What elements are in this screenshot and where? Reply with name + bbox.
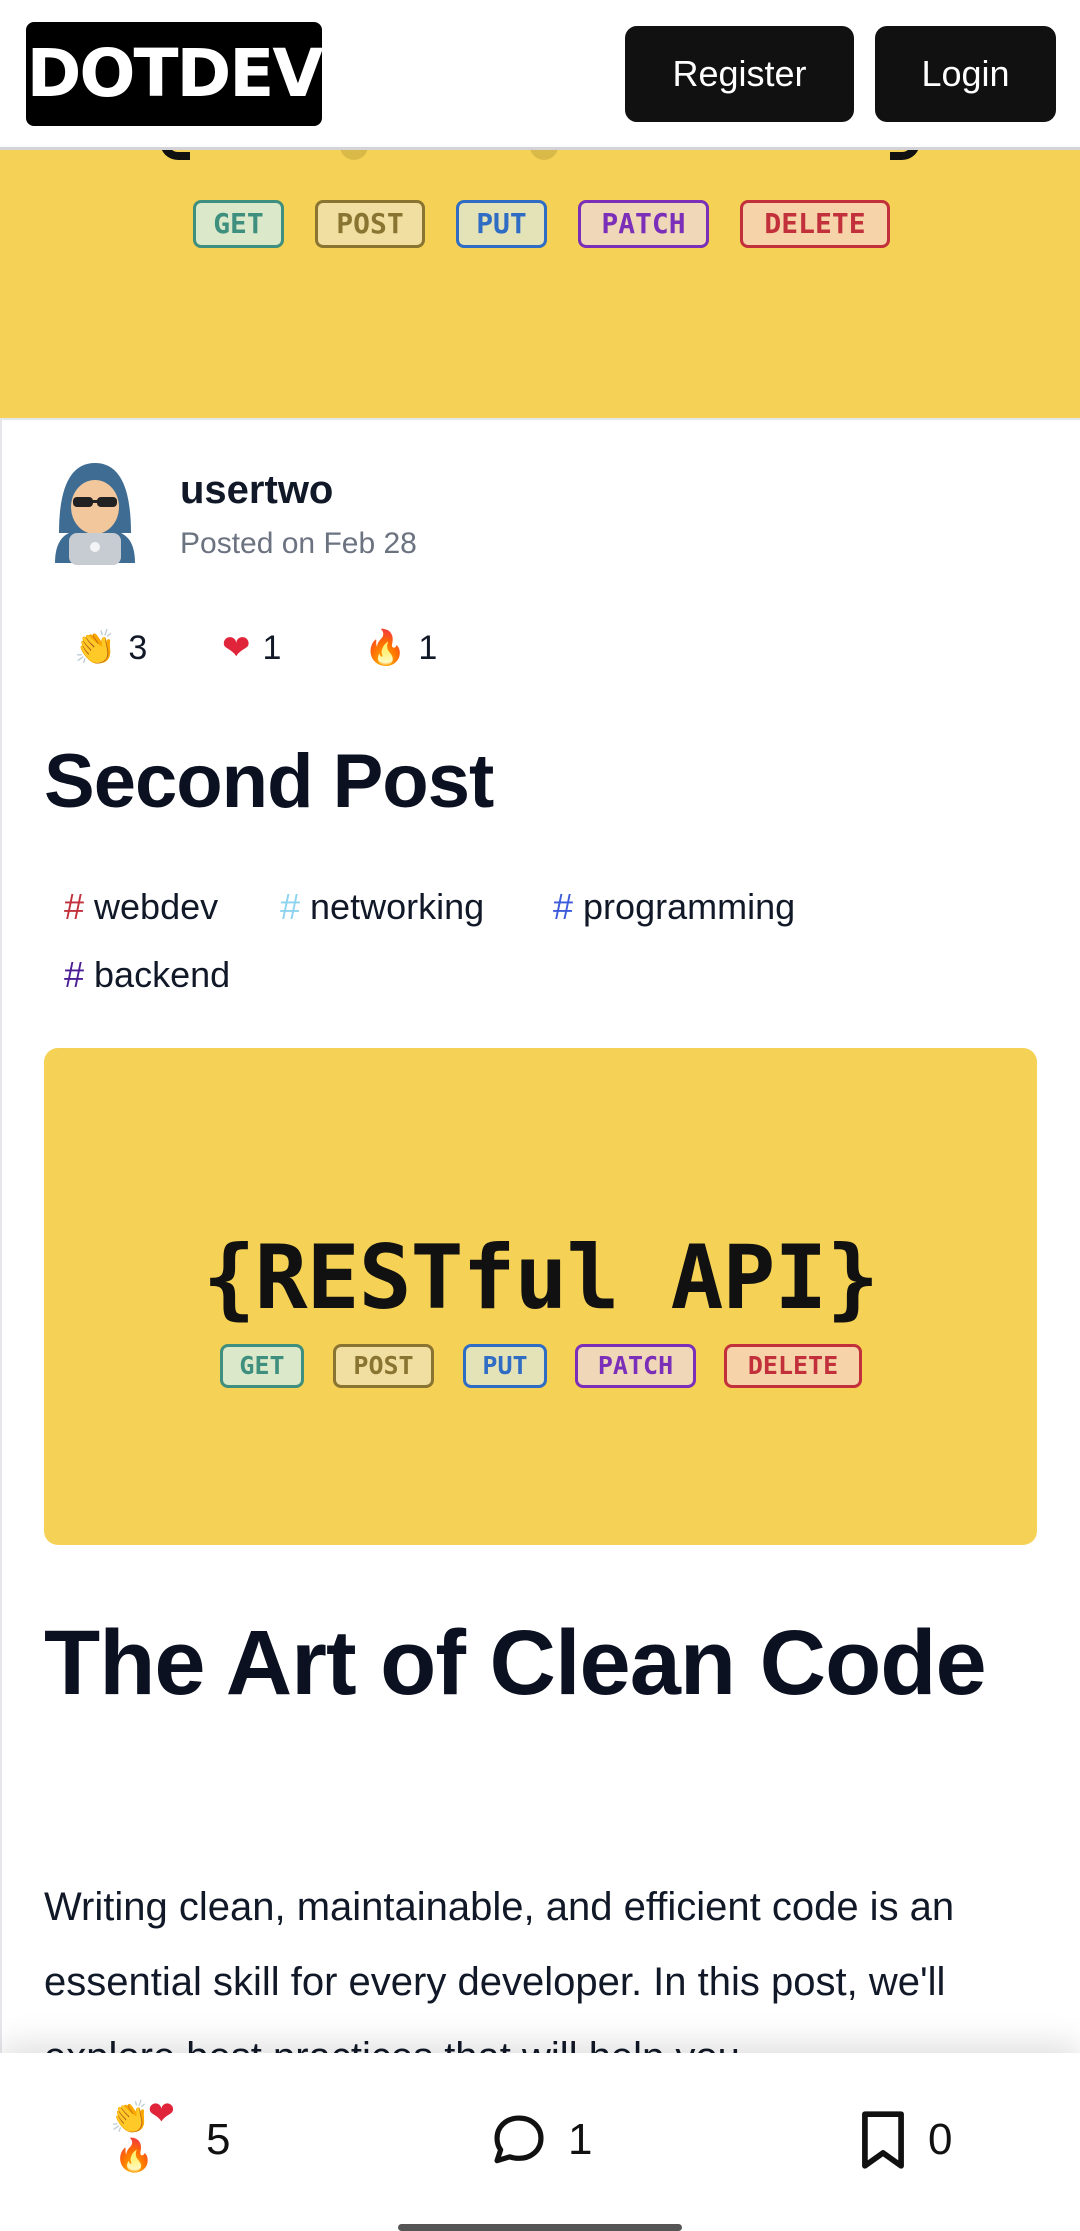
method-patch-badge: PATCH: [575, 1344, 696, 1388]
clapping-hands-icon: 👏: [74, 628, 117, 668]
method-post-badge: POST: [315, 200, 425, 248]
bookmarks-count: 0: [928, 2115, 953, 2164]
method-put-badge: PUT: [463, 1344, 547, 1388]
post-date: Posted on Feb 28: [180, 527, 417, 560]
method-patch-badge: PATCH: [578, 200, 709, 248]
fire-icon: 🔥: [364, 628, 407, 668]
heart-icon: ❤: [222, 628, 251, 668]
article-heading: The Art of Clean Code: [44, 1612, 987, 1714]
post-title: Second Post: [44, 739, 494, 824]
register-button[interactable]: Register: [625, 26, 854, 122]
reactions-button[interactable]: 👏 ❤ 🔥 5: [108, 2094, 231, 2185]
cover-text-fragment: [150, 150, 930, 160]
fire-icon: 🔥: [114, 2136, 154, 2174]
tag-networking[interactable]: # networking: [280, 886, 484, 928]
home-indicator[interactable]: [398, 2224, 682, 2231]
site-header: DOTDEV Register Login: [0, 0, 1080, 150]
reaction-heart[interactable]: ❤ 1: [222, 628, 281, 668]
comment-icon: [494, 2115, 544, 2164]
method-delete-badge: DELETE: [740, 200, 890, 248]
tag-webdev[interactable]: # webdev: [64, 886, 218, 928]
cover-title: {RESTful API}: [202, 1226, 880, 1329]
method-put-badge: PUT: [456, 200, 547, 248]
tag-label: programming: [583, 886, 796, 927]
tag-label: networking: [310, 886, 485, 927]
reaction-emoji-stack: 👏 ❤ 🔥: [108, 2094, 188, 2182]
reaction-count: 3: [128, 629, 148, 667]
hash-icon: #: [553, 886, 574, 927]
post-cover-image[interactable]: {RESTful API} GET POST PUT PATCH DELETE: [44, 1048, 1037, 1545]
author-name[interactable]: usertwo: [180, 468, 333, 513]
bookmark-button[interactable]: 0: [856, 2095, 952, 2185]
reaction-count: 1: [418, 629, 438, 667]
hash-icon: #: [64, 886, 85, 927]
comments-button[interactable]: 1: [488, 2095, 592, 2185]
bookmark-icon: [862, 2111, 904, 2169]
reaction-fire[interactable]: 🔥 1: [364, 628, 437, 668]
hash-icon: #: [280, 886, 301, 927]
tag-programming[interactable]: # programming: [553, 886, 795, 928]
previous-cover-image[interactable]: GET POST PUT PATCH DELETE: [0, 150, 1080, 420]
comments-count: 1: [568, 2115, 593, 2164]
heart-icon: ❤: [148, 2094, 175, 2132]
author-avatar[interactable]: [45, 455, 145, 565]
tag-label: webdev: [94, 886, 219, 927]
card-border: [0, 420, 2, 2060]
clapping-hands-icon: 👏: [110, 2098, 150, 2136]
reaction-clap[interactable]: 👏 3: [74, 628, 147, 668]
method-delete-badge: DELETE: [724, 1344, 862, 1388]
method-get-badge: GET: [193, 200, 284, 248]
tag-backend[interactable]: # backend: [64, 954, 230, 996]
login-button[interactable]: Login: [875, 26, 1056, 122]
reaction-count: 1: [262, 629, 282, 667]
dotdev-logo[interactable]: DOTDEV: [26, 22, 323, 126]
method-get-badge: GET: [220, 1344, 304, 1388]
tag-label: backend: [94, 954, 231, 995]
post-action-bar: 👏 ❤ 🔥 5 1 0: [0, 2053, 1080, 2231]
method-post-badge: POST: [333, 1344, 434, 1388]
hash-icon: #: [64, 954, 85, 995]
reactions-count: 5: [206, 2115, 231, 2164]
